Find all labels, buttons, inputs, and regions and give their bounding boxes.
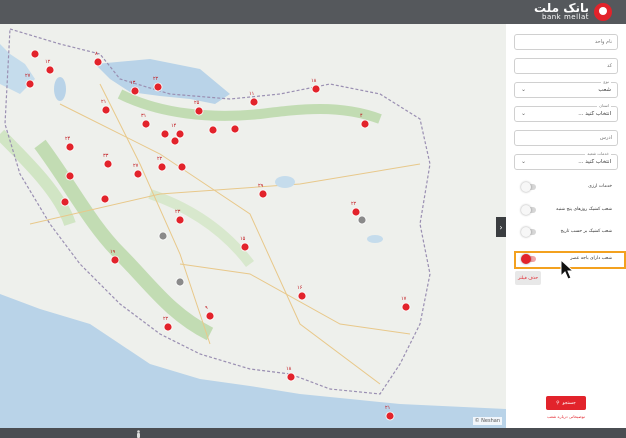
svg-text:۳۳: ۳۳ (103, 153, 109, 159)
date-branches-switch[interactable] (521, 227, 536, 237)
svg-text:۲۹: ۲۹ (258, 183, 264, 189)
svg-text:۹: ۹ (205, 305, 208, 311)
map-canvas: ۱۲ ۸ ۲۷ ۱۳ ۲۲ ۲۱ ۳۱ ۱۴ ۲۵ ۱۱ ۱۸ ۴ ۲۴ ۳۳ ۲۷ ۲۲ ۲۹ ۲۲ ۲۳… (0, 28, 506, 428)
branch-name-field[interactable] (514, 34, 618, 50)
map-attribution: © Neshan (472, 417, 502, 425)
svg-text:۲۵: ۲۵ (194, 100, 200, 106)
svg-text:۱۵: ۱۵ (240, 236, 246, 242)
chevron-down-icon: ⌄ (521, 110, 527, 117)
person-icon (137, 430, 140, 438)
panel-toggle-button[interactable]: › (496, 217, 506, 237)
search-icon: ⚲ (556, 400, 560, 406)
logo-text: بانک ملت bank mellat (534, 2, 589, 21)
toggle-label: شعب دارای باجه عصر (570, 256, 612, 261)
search-button[interactable]: ⚲ جستجو (546, 396, 586, 410)
svg-text:۳۱: ۳۱ (141, 113, 146, 119)
toggle-label: شعب کشیک بر حسب تاریخ (560, 229, 612, 234)
province-value: انتخاب کنید ... (578, 111, 611, 117)
branch-map[interactable]: ۱۲ ۸ ۲۷ ۱۳ ۲۲ ۲۱ ۳۱ ۱۴ ۲۵ ۱۱ ۱۸ ۴ ۲۴ ۳۳ ۲۷ ۲۲ ۲۹ ۲۲ ۲۳… (0, 24, 506, 428)
bank-mellat-logo-icon (594, 2, 612, 21)
svg-text:۱۸: ۱۸ (286, 366, 292, 372)
chevron-right-icon: › (499, 222, 503, 232)
svg-text:۸: ۸ (95, 51, 98, 57)
svg-text:۲۷: ۲۷ (25, 73, 31, 79)
switch-knob (521, 254, 531, 264)
service-value: انتخاب کنید ... (578, 159, 611, 165)
svg-text:۱۲: ۱۲ (45, 59, 51, 65)
svg-text:۲۳: ۲۳ (175, 209, 181, 215)
bottom-bar (0, 428, 626, 438)
svg-text:۱۸: ۱۸ (311, 78, 317, 84)
svg-text:۴: ۴ (360, 113, 363, 119)
thursday-branches-switch[interactable] (521, 205, 536, 215)
switch-knob (521, 227, 531, 237)
bank-logo[interactable]: بانک ملت bank mellat (534, 2, 612, 21)
toggle-row-thursday: شعب کشیک روزهای پنج شنبه (514, 205, 618, 217)
chevron-down-icon: ⌄ (521, 86, 527, 93)
svg-text:۱۶: ۱۶ (297, 285, 303, 291)
svg-text:۲۱: ۲۱ (385, 405, 390, 411)
top-bar: بانک ملت bank mellat (0, 0, 626, 24)
svg-text:۲۲: ۲۲ (351, 201, 357, 207)
branches-note-link[interactable]: توضیحاتی درباره شعب (516, 414, 616, 419)
svg-text:۱۱: ۱۱ (249, 91, 254, 97)
address-field[interactable] (514, 130, 618, 146)
service-label: خدمات شعبه (585, 151, 611, 156)
branch-code-field[interactable] (514, 58, 618, 74)
svg-text:۱۳: ۱۳ (130, 80, 136, 86)
svg-text:۲۴: ۲۴ (65, 136, 71, 142)
evening-counter-switch[interactable] (521, 254, 536, 264)
switch-knob (521, 205, 531, 215)
svg-text:۱۹: ۱۹ (110, 249, 116, 255)
svg-text:۲۲: ۲۲ (157, 156, 163, 162)
type-label: نوع (601, 79, 611, 84)
svg-text:۱۴: ۱۴ (171, 123, 177, 129)
svg-text:۲۲: ۲۲ (153, 76, 159, 82)
province-select[interactable]: استان انتخاب کنید ... ⌄ (514, 103, 618, 122)
type-select[interactable]: نوع شعب ⌄ (514, 79, 618, 98)
filter-panel: نوع شعب ⌄ استان انتخاب کنید ... ⌄ خدمات … (506, 24, 626, 428)
toggle-label: شعب کشیک روزهای پنج شنبه (556, 207, 612, 212)
toggle-row-currency: خدمات ارزی (514, 182, 618, 194)
branch-name-input[interactable] (515, 35, 617, 49)
toggle-row-date: شعب کشیک بر حسب تاریخ (514, 227, 618, 239)
toggle-label: خدمات ارزی (588, 184, 612, 189)
address-input[interactable] (515, 131, 617, 145)
mouse-cursor-icon (560, 259, 574, 280)
clear-filter-button[interactable]: حذف فیلتر (515, 271, 541, 285)
svg-text:۲۲: ۲۲ (163, 316, 169, 322)
province-label: استان (597, 103, 611, 108)
svg-text:۲۱: ۲۱ (101, 99, 106, 105)
service-select[interactable]: خدمات شعبه انتخاب کنید ... ⌄ (514, 151, 618, 170)
branch-code-input[interactable] (515, 59, 617, 73)
search-button-label: جستجو (562, 400, 576, 406)
svg-text:۲۷: ۲۷ (133, 163, 139, 169)
brand-name-en: bank mellat (542, 13, 589, 21)
chevron-down-icon: ⌄ (521, 158, 527, 165)
svg-text:۱۷: ۱۷ (401, 296, 407, 302)
currency-services-switch[interactable] (521, 182, 536, 192)
type-value: شعب (598, 87, 611, 93)
switch-knob (521, 182, 531, 192)
